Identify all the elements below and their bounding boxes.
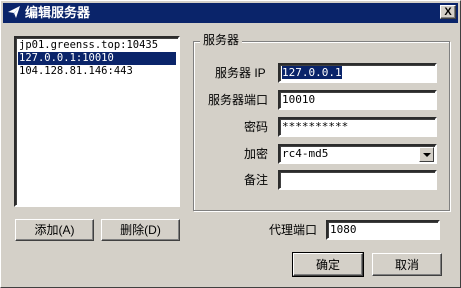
server-group-title: 服务器 <box>200 33 243 47</box>
chevron-down-icon <box>423 153 431 157</box>
password-label: 密码 <box>244 120 269 134</box>
list-item[interactable]: jp01.greenss.top:10435 <box>18 39 176 52</box>
cancel-button[interactable]: 取消 <box>372 253 442 276</box>
dropdown-button[interactable] <box>419 147 434 162</box>
list-item[interactable]: 104.128.81.146:443 <box>18 65 176 78</box>
server-port-input[interactable]: 10010 <box>278 90 437 110</box>
proxy-port-input[interactable]: 1080 <box>326 220 440 240</box>
add-button[interactable]: 添加(A) <box>15 219 94 241</box>
list-item-selected[interactable]: 127.0.0.1:10010 <box>18 52 176 65</box>
edit-servers-dialog: 编辑服务器 X jp01.greenss.top:10435 127.0.0.1… <box>0 0 461 288</box>
server-ip-label: 服务器 IP <box>215 66 266 80</box>
server-ip-input[interactable]: 127.0.0.1 <box>278 63 437 83</box>
remarks-label: 备注 <box>244 173 269 187</box>
remarks-input[interactable] <box>278 170 437 190</box>
proxy-port-label: 代理端口 <box>269 223 318 237</box>
server-list[interactable]: jp01.greenss.top:10435 127.0.0.1:10010 1… <box>14 36 180 207</box>
ok-button[interactable]: 确定 <box>292 252 364 277</box>
server-ip-value: 127.0.0.1 <box>282 66 342 79</box>
close-button[interactable]: X <box>440 5 456 19</box>
delete-button[interactable]: 删除(D) <box>101 219 180 241</box>
password-input[interactable]: ********** <box>278 117 437 137</box>
encryption-value: rc4-md5 <box>282 147 329 160</box>
encryption-select[interactable]: rc4-md5 <box>278 144 437 164</box>
encryption-label: 加密 <box>244 147 269 161</box>
paper-plane-icon <box>8 6 20 18</box>
server-port-label: 服务器端口 <box>208 93 269 107</box>
title-bar[interactable]: 编辑服务器 X <box>3 3 458 23</box>
window-title: 编辑服务器 <box>25 5 91 20</box>
